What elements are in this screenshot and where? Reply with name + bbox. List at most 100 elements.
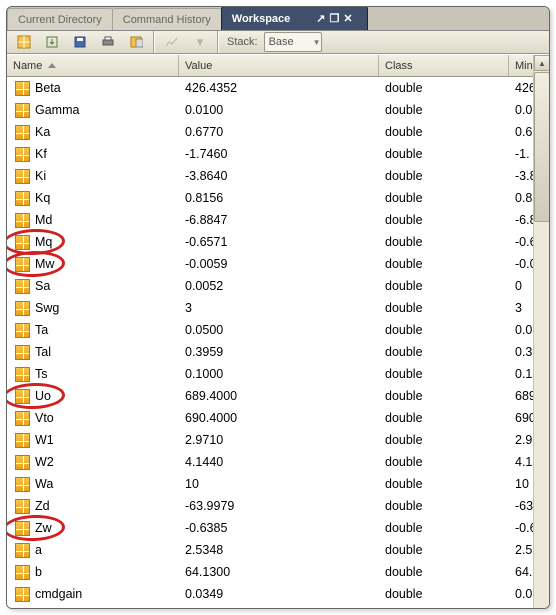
var-name: Zd: [35, 499, 50, 513]
table-row[interactable]: Mq-0.6571double-0.6: [7, 231, 549, 253]
var-name: b: [35, 565, 42, 579]
col-header-name[interactable]: Name: [7, 55, 179, 76]
tab-current-directory[interactable]: Current Directory: [7, 8, 113, 30]
var-value: -3.8640: [179, 169, 379, 183]
var-class: double: [379, 433, 509, 447]
plot-button[interactable]: [161, 31, 183, 53]
delete-button[interactable]: [125, 31, 147, 53]
var-class: double: [379, 367, 509, 381]
undock-icon[interactable]: ↗: [316, 12, 325, 25]
window-controls: ↗ ❐ ✕: [312, 12, 356, 25]
stack-select[interactable]: Base ▼: [264, 32, 322, 52]
table-row[interactable]: Beta426.4352double426: [7, 77, 549, 99]
var-value: -1.7460: [179, 147, 379, 161]
col-header-value[interactable]: Value: [179, 55, 379, 76]
toolbar-separator: [217, 31, 219, 53]
restore-icon[interactable]: ❐: [330, 12, 340, 25]
var-name: Ki: [35, 169, 46, 183]
variable-icon: [15, 609, 30, 610]
table-row[interactable]: Sa0.0052double0: [7, 275, 549, 297]
variable-icon: [15, 521, 30, 536]
table-row[interactable]: Swg3double3: [7, 297, 549, 319]
table-row[interactable]: Ta0.0500double0.0: [7, 319, 549, 341]
variable-icon: [15, 125, 30, 140]
print-button[interactable]: [97, 31, 119, 53]
save-button[interactable]: [69, 31, 91, 53]
table-row[interactable]: Kf-1.7460double-1.: [7, 143, 549, 165]
table-row[interactable]: Zd-63.9979double-63: [7, 495, 549, 517]
scroll-up-button[interactable]: ▲: [534, 55, 550, 71]
table-row[interactable]: Mw-0.0059double-0.0: [7, 253, 549, 275]
col-header-name-label: Name: [13, 60, 42, 72]
table-row[interactable]: Tal0.3959double0.3: [7, 341, 549, 363]
table-row[interactable]: W24.1440double4.1: [7, 451, 549, 473]
var-class: double: [379, 455, 509, 469]
table-row[interactable]: Md-6.8847double-6.8: [7, 209, 549, 231]
new-var-button[interactable]: [13, 31, 35, 53]
var-value: 4.1440: [179, 455, 379, 469]
var-name: cmdgain: [35, 587, 82, 601]
table-row[interactable]: Ki-3.8640double-3.8: [7, 165, 549, 187]
variable-icon: [15, 169, 30, 184]
tab-strip: Current Directory Command History Worksp…: [7, 7, 549, 31]
var-name: Mw: [35, 257, 54, 271]
variable-icon: [15, 257, 30, 272]
table-row[interactable]: a2.5348double2.5: [7, 539, 549, 561]
variable-icon: [15, 367, 30, 382]
var-class: double: [379, 103, 509, 117]
plot-dropdown-button[interactable]: ▾: [189, 31, 211, 53]
col-header-class[interactable]: Class: [379, 55, 509, 76]
table-row[interactable]: Kq0.8156double0.8: [7, 187, 549, 209]
table-row[interactable]: Uo689.4000double689: [7, 385, 549, 407]
var-value: 0.0052: [179, 279, 379, 293]
var-class: double: [379, 147, 509, 161]
var-value: 0.6770: [179, 125, 379, 139]
table-row[interactable]: g32.2000double32.: [7, 605, 549, 609]
table-body: Beta426.4352double426Gamma0.0100double0.…: [7, 77, 549, 609]
var-name: Kf: [35, 147, 47, 161]
variable-icon: [15, 279, 30, 294]
table-row[interactable]: Wa10double10: [7, 473, 549, 495]
toolbar: ▾ Stack: Base ▼: [7, 31, 549, 54]
var-value: -0.6385: [179, 521, 379, 535]
var-class: double: [379, 81, 509, 95]
var-class: double: [379, 169, 509, 183]
var-name: Wa: [35, 477, 53, 491]
var-value: 3: [179, 301, 379, 315]
table-row[interactable]: cmdgain0.0349double0.0: [7, 583, 549, 605]
table-header-row: Name Value Class Min: [7, 55, 549, 77]
table-row[interactable]: Zw-0.6385double-0.6: [7, 517, 549, 539]
variable-icon: [15, 345, 30, 360]
var-name: Kq: [35, 191, 50, 205]
variable-icon: [15, 499, 30, 514]
import-button[interactable]: [41, 31, 63, 53]
variable-icon: [15, 81, 30, 96]
tab-command-history[interactable]: Command History: [112, 8, 222, 30]
vertical-scrollbar[interactable]: ▲ ▼: [533, 55, 549, 609]
table-row[interactable]: W12.9710double2.9: [7, 429, 549, 451]
var-value: 2.5348: [179, 543, 379, 557]
table-row[interactable]: Ts0.1000double0.1: [7, 363, 549, 385]
var-name: a: [35, 543, 42, 557]
variable-icon: [15, 543, 30, 558]
var-value: 0.8156: [179, 191, 379, 205]
sort-ascending-icon: [48, 63, 56, 68]
var-value: 0.3959: [179, 345, 379, 359]
var-class: double: [379, 191, 509, 205]
table-row[interactable]: Vto690.4000double690: [7, 407, 549, 429]
var-name: W2: [35, 455, 54, 469]
var-class: double: [379, 213, 509, 227]
variable-icon: [15, 587, 30, 602]
var-class: double: [379, 125, 509, 139]
variable-icon: [15, 235, 30, 250]
chevron-down-icon: ▼: [313, 38, 321, 47]
scroll-thumb[interactable]: [534, 72, 550, 222]
table-row[interactable]: Ka0.6770double0.6: [7, 121, 549, 143]
variable-icon: [15, 147, 30, 162]
tab-workspace[interactable]: Workspace ↗ ❐ ✕: [221, 6, 368, 30]
close-icon[interactable]: ✕: [343, 12, 352, 25]
table-row[interactable]: b64.1300double64.: [7, 561, 549, 583]
table-row[interactable]: Gamma0.0100double0.0: [7, 99, 549, 121]
var-class: double: [379, 345, 509, 359]
var-name: Ts: [35, 367, 48, 381]
